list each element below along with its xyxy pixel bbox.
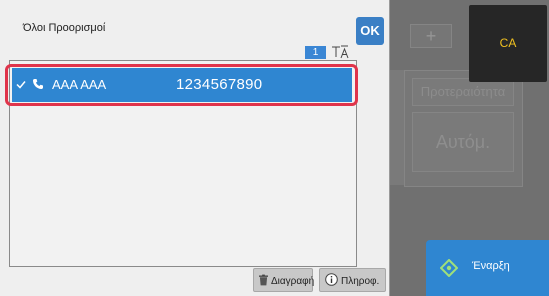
info-icon	[325, 273, 338, 286]
selection-highlight	[5, 64, 358, 106]
start-label: Έναρξη	[472, 260, 510, 272]
all-destinations-panel: Όλοι Προορισμοί OK 1 AAA AAA 1234567890 …	[0, 0, 390, 296]
auto-button: Αυτόμ.	[412, 112, 514, 172]
delete-button[interactable]: Διαγραφή	[253, 268, 315, 292]
start-icon	[440, 259, 458, 277]
info-button[interactable]: Πληροφ.	[319, 268, 386, 292]
add-tab-button: +	[410, 24, 452, 48]
priority-button: Προτεραιότητα	[412, 78, 514, 106]
ca-button[interactable]: CA	[469, 5, 547, 82]
ok-button[interactable]: OK	[356, 17, 384, 45]
info-label: Πληροφ.	[341, 276, 380, 287]
start-button[interactable]: Έναρξη	[426, 240, 549, 296]
sort-icon[interactable]	[331, 45, 349, 59]
background-divider	[390, 70, 404, 185]
trash-icon	[259, 274, 268, 286]
delete-label: Διαγραφή	[271, 276, 315, 287]
panel-title: Όλοι Προορισμοί	[23, 22, 106, 34]
selected-count-badge: 1	[305, 46, 326, 59]
